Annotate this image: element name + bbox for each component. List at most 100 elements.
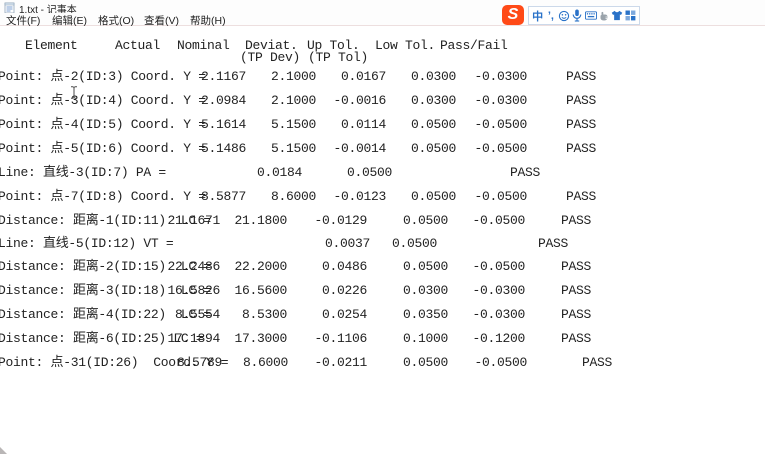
row-value: 0.0184 (257, 165, 302, 181)
row-value: 0.0300 (411, 69, 456, 85)
row-value: 0.0300 (411, 93, 456, 109)
notepad-window: 1.txt - 记事本 文件(F) 编辑(E) 格式(O) 查看(V) 帮助(H… (0, 0, 765, 454)
row-value: 8.5300 (242, 307, 287, 323)
row-value: 5.1500 (271, 117, 316, 133)
row-value: -0.1106 (314, 331, 367, 347)
notepad-icon (4, 2, 15, 13)
report-row: Line: 直线-5(ID:12) VT =0.00370.0500PASS (0, 236, 765, 252)
row-label: Point: 点-7(ID:8) Coord. Y = (0, 189, 206, 205)
header-tptol: (TP Tol) (308, 50, 368, 66)
row-value: -0.0014 (333, 141, 386, 157)
row-value: -0.0300 (472, 283, 525, 299)
row-value: 0.0500 (403, 355, 448, 371)
row-result: PASS (561, 213, 591, 229)
report-header-line2: (TP Dev) (TP Tol) (0, 50, 45, 66)
row-value: 5.1614 (201, 117, 246, 133)
soft-keyboard-icon[interactable] (585, 9, 597, 22)
row-value: 8.6000 (271, 189, 316, 205)
row-value: 16.5826 (167, 283, 220, 299)
row-value: 0.0500 (411, 189, 456, 205)
row-value: 17.3000 (234, 331, 287, 347)
row-result: PASS (561, 283, 591, 299)
row-value: 0.0167 (341, 69, 386, 85)
header-tpdev: (TP Dev) (240, 50, 300, 66)
emoji-icon[interactable] (558, 9, 570, 22)
punctuation-icon[interactable]: ’, (545, 9, 557, 22)
row-value: 0.1000 (403, 331, 448, 347)
header-passfail: Pass/Fail (440, 38, 508, 54)
row-value: 0.0486 (322, 259, 367, 275)
report-row: Distance: 距离-3(ID:18) LC =16.582616.5600… (0, 283, 765, 299)
row-value: -0.0500 (474, 355, 527, 371)
row-label: Line: 直线-3(ID:7) PA = (0, 165, 166, 181)
row-value: -0.0500 (472, 213, 525, 229)
report-row: Point: 点-5(ID:6) Coord. Y =5.1486 5.1500 -… (0, 141, 765, 157)
report-row: Point: 点-2(ID:3) Coord. Y =2.1167 2.1000 0… (0, 69, 765, 85)
row-value: 2.1167 (201, 69, 246, 85)
text-edit-area[interactable]: Element Actual Nominal Deviat. Up Tol. L… (0, 26, 765, 446)
row-value: 0.0226 (322, 283, 367, 299)
report-row: Point: 点-31(ID:26) Coord. Y =8.57898.600… (0, 355, 765, 371)
row-result: PASS (561, 331, 591, 347)
row-result: PASS (538, 236, 568, 252)
report-row: Distance: 距离-2(ID:15) LC =22.248622.2000… (0, 259, 765, 275)
row-value: 0.0500 (403, 213, 448, 229)
row-value: 0.0300 (403, 283, 448, 299)
row-value: 5.1486 (201, 141, 246, 157)
hand-gesture-icon[interactable] (598, 9, 610, 22)
row-value: 0.0500 (411, 141, 456, 157)
row-value: 5.1500 (271, 141, 316, 157)
report-row: Distance: 距离-6(ID:25) LC =17.189417.3000… (0, 331, 765, 347)
row-value: -0.0129 (314, 213, 367, 229)
row-value: 0.0350 (403, 307, 448, 323)
row-value: 16.5600 (234, 283, 287, 299)
row-value: 2.1000 (271, 69, 316, 85)
resize-fold (0, 447, 7, 454)
skin-icon[interactable] (611, 9, 623, 22)
chinese-mode-icon[interactable]: 中 (532, 9, 544, 22)
row-value: -0.0300 (474, 69, 527, 85)
row-value: -0.0500 (474, 141, 527, 157)
row-value: 0.0500 (347, 165, 392, 181)
row-result: PASS (582, 355, 612, 371)
row-result: PASS (561, 307, 591, 323)
menu-bar: 文件(F) 编辑(E) 格式(O) 查看(V) 帮助(H) (0, 13, 765, 26)
row-value: 22.2000 (234, 259, 287, 275)
row-value: 2.0984 (201, 93, 246, 109)
row-result: PASS (566, 93, 596, 109)
sogou-logo-icon[interactable]: S (502, 5, 524, 25)
report-row: Point: 点-7(ID:8) Coord. Y =8.58778.6000-… (0, 189, 765, 205)
row-result: PASS (510, 165, 540, 181)
row-label: Point: 点-2(ID:3) Coord. Y = (0, 69, 206, 85)
toolbox-icon[interactable] (624, 9, 636, 22)
ime-strip: 中 ’, (528, 6, 640, 25)
voice-input-icon[interactable] (571, 9, 583, 22)
row-value: -0.0500 (474, 189, 527, 205)
row-value: -0.0300 (474, 93, 527, 109)
row-value: -0.0016 (333, 93, 386, 109)
row-value: 21.1800 (234, 213, 287, 229)
row-result: PASS (566, 117, 596, 133)
row-label: Point: 点-5(ID:6) Coord. Y = (0, 141, 206, 157)
row-value: -0.1200 (472, 331, 525, 347)
row-value: 17.1894 (167, 331, 220, 347)
row-value: -0.0300 (472, 307, 525, 323)
row-result: PASS (566, 141, 596, 157)
row-value: -0.0123 (333, 189, 386, 205)
ibeam-cursor (70, 86, 78, 99)
header-nominal: Nominal (177, 38, 230, 54)
row-value: 0.0254 (322, 307, 367, 323)
row-value: 2.1000 (271, 93, 316, 109)
row-value: 22.2486 (167, 259, 220, 275)
report-row: Distance: 距离-1(ID:11) LC =21.167121.1800… (0, 213, 765, 229)
row-label: Line: 直线-5(ID:12) VT = (0, 236, 173, 252)
row-value: 8.5789 (177, 355, 222, 371)
row-value: -0.0500 (474, 117, 527, 133)
title-bar[interactable]: 1.txt - 记事本 (0, 0, 765, 13)
report-row: Distance: 距离-4(ID:22) LC =8.55548.53000.… (0, 307, 765, 323)
row-value: 21.1671 (167, 213, 220, 229)
row-value: 0.0500 (403, 259, 448, 275)
row-label: Point: 点-3(ID:4) Coord. Y = (0, 93, 206, 109)
row-result: PASS (566, 69, 596, 85)
row-value: 0.0500 (411, 117, 456, 133)
